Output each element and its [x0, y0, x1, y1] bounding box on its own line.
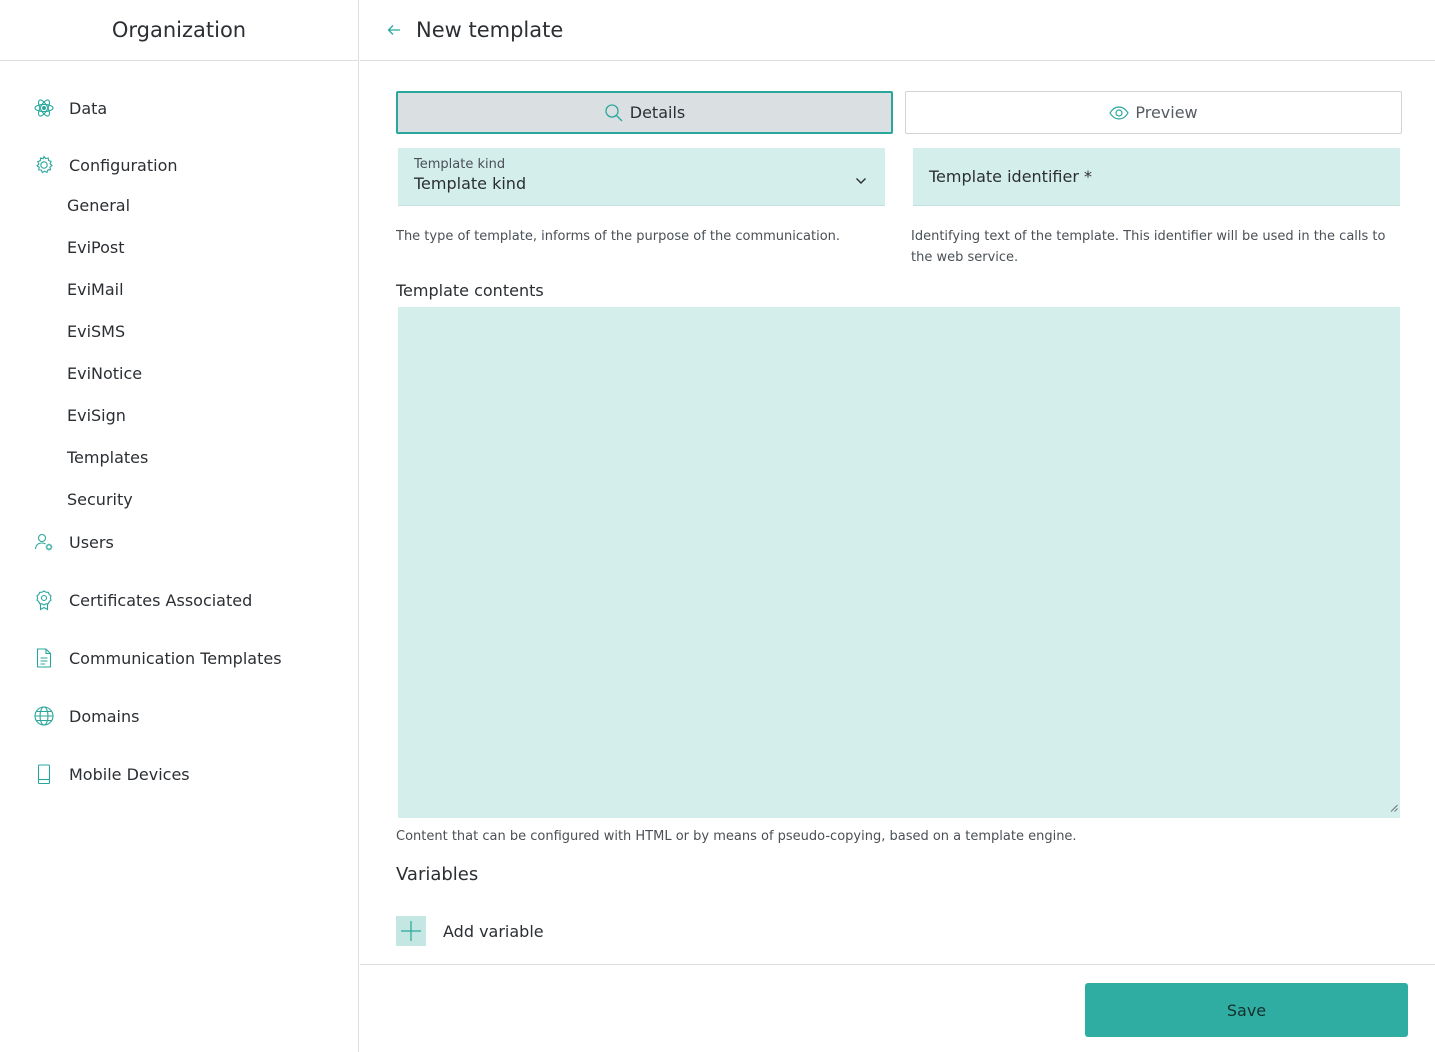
save-button[interactable]: Save [1085, 983, 1408, 1037]
sidebar-subitem-general[interactable]: General [67, 196, 130, 215]
sidebar-subitem-evimail[interactable]: EviMail [67, 280, 124, 299]
template-kind-label: Template kind [414, 157, 506, 172]
sidebar-item-label: Configuration [69, 155, 178, 175]
sidebar-item-label: Communication Templates [69, 648, 282, 668]
sidebar-item-users[interactable]: Users [33, 531, 114, 553]
sidebar-subitem-evisms[interactable]: EviSMS [67, 322, 125, 341]
sidebar-subitem-security[interactable]: Security [67, 490, 133, 509]
globe-icon [33, 705, 55, 727]
footer-bar: Save [360, 964, 1435, 1052]
template-identifier-placeholder: Template identifier * [929, 167, 1092, 186]
tab-details-label: Details [629, 103, 686, 122]
sidebar-item-domains[interactable]: Domains [33, 705, 139, 727]
sidebar-item-label: Domains [69, 706, 140, 726]
gear-icon [33, 154, 55, 176]
tab-details[interactable]: Details [396, 91, 893, 134]
user-gear-icon [33, 531, 55, 553]
page-title: New template [416, 18, 564, 42]
sidebar-subitem-evinotice[interactable]: EviNotice [67, 364, 142, 383]
back-arrow-icon[interactable] [386, 22, 402, 38]
eye-icon [1109, 105, 1130, 120]
sidebar-title: Organization [0, 0, 358, 61]
sidebar-item-label: Users [69, 532, 114, 552]
template-contents-textarea[interactable] [398, 307, 1400, 818]
sidebar-item-mobile-devices[interactable]: Mobile Devices [33, 763, 190, 785]
template-kind-select[interactable]: Template kind Template kind [398, 148, 885, 206]
template-contents-help: Content that can be configured with HTML… [396, 829, 1077, 844]
template-identifier-help: Identifying text of the template. This i… [911, 229, 1386, 265]
certificate-icon [33, 589, 55, 611]
plus-icon [396, 916, 426, 946]
search-icon [604, 103, 624, 123]
sidebar-item-label: Certificates Associated [69, 590, 253, 610]
page-header: New template [360, 0, 1435, 61]
tab-preview-label: Preview [1135, 103, 1198, 122]
chevron-down-icon [855, 170, 867, 189]
template-kind-value: Template kind [414, 174, 527, 193]
sidebar-item-configuration[interactable]: Configuration [33, 154, 178, 176]
sidebar-item-communication-templates[interactable]: Communication Templates [33, 647, 282, 669]
atom-icon [33, 97, 55, 119]
main-content: New template Details Preview Template ki… [360, 0, 1435, 1052]
sidebar: Organization Data Configuration General … [0, 0, 359, 1052]
sidebar-item-label: Data [69, 98, 108, 118]
sidebar-subitem-evipost[interactable]: EviPost [67, 238, 125, 257]
template-kind-help: The type of template, informs of the pur… [396, 229, 841, 244]
variables-title: Variables [396, 864, 479, 885]
tab-preview[interactable]: Preview [905, 91, 1402, 134]
resize-handle-icon[interactable] [1390, 797, 1398, 816]
mobile-icon [33, 763, 55, 785]
sidebar-item-certificates-associated[interactable]: Certificates Associated [33, 589, 252, 611]
document-icon [33, 647, 55, 669]
add-variable-label: Add variable [443, 921, 544, 941]
template-contents-label: Template contents [396, 281, 544, 300]
template-identifier-input[interactable]: Template identifier * [913, 148, 1400, 206]
sidebar-item-data[interactable]: Data [33, 97, 107, 119]
sidebar-subitem-templates[interactable]: Templates [67, 448, 148, 467]
sidebar-subitem-evisign[interactable]: EviSign [67, 406, 126, 425]
sidebar-item-label: Mobile Devices [69, 764, 190, 784]
add-variable-button[interactable]: Add variable [396, 916, 544, 946]
